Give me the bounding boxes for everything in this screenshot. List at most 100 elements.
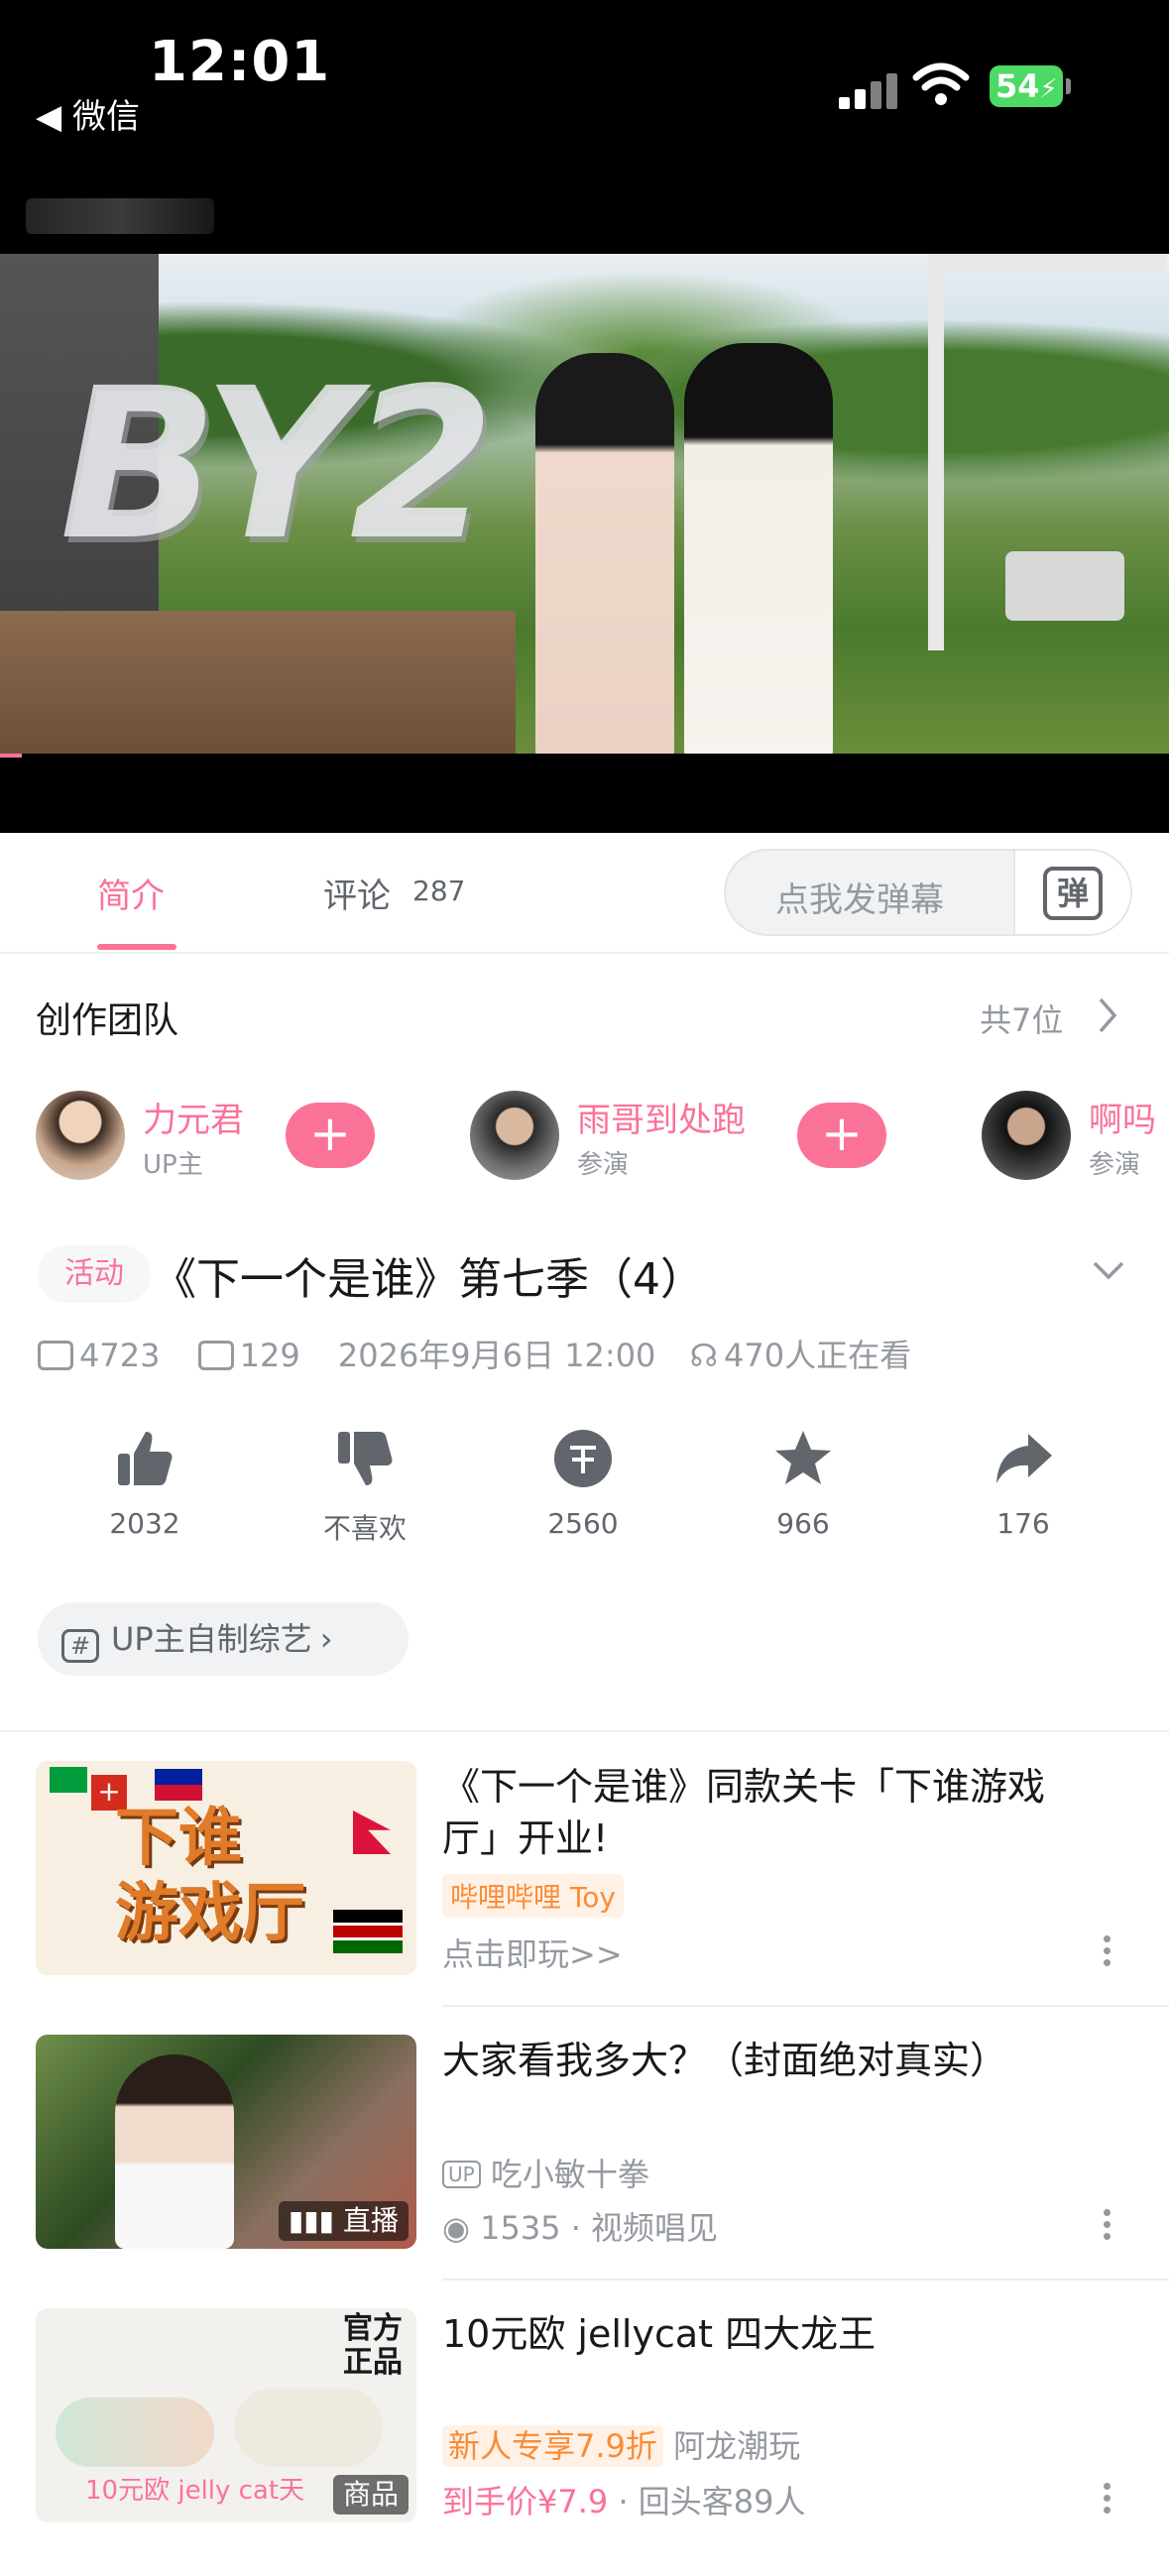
progress-played (0, 754, 22, 758)
chevron-right-icon[interactable] (1095, 995, 1120, 1035)
more-options-icon[interactable] (1101, 2209, 1112, 2249)
recommendation-item[interactable]: + 下谁 游戏厅 《下一个是谁》同款关卡「下谁游戏厅」开业! 哔哩哔哩 Toy … (0, 1761, 1169, 2029)
tab-comments[interactable]: 评论 (323, 869, 391, 917)
recommendation-title[interactable]: 10元欧 jellycat 四大龙王 (442, 2308, 1057, 2360)
price: 到手价¥7.9 (442, 2483, 609, 2520)
tag-label: UP主自制综艺 (111, 1620, 312, 1658)
creator-item[interactable]: 雨哥到处跑 参演 + (470, 1091, 886, 1182)
recommendation-item[interactable]: ▮▮▮ 直播 大家看我多大？（封面绝对真实） UP 吃小敏十拳 ◉ 1535 ·… (0, 2035, 1169, 2302)
plush-dragon-left (56, 2398, 214, 2467)
recommendation-title[interactable]: 《下一个是谁》同款关卡「下谁游戏厅」开业! (442, 1761, 1057, 1864)
live-thumbnail[interactable]: ▮▮▮ 直播 (36, 2035, 416, 2249)
coin-button[interactable]: 2560 (504, 1428, 662, 1540)
streamer-figure (115, 2054, 234, 2249)
category-tag-chip[interactable]: # UP主自制综艺 › (38, 1602, 409, 1676)
favorite-count: 966 (776, 1507, 830, 1540)
chevron-down-icon[interactable] (1091, 1253, 1126, 1289)
list-divider (442, 2279, 1169, 2281)
avatar[interactable] (470, 1091, 559, 1180)
tab-intro[interactable]: 简介 (97, 869, 165, 917)
share-arrow-icon (996, 1434, 1052, 1483)
coin-icon (554, 1430, 612, 1487)
follow-button[interactable]: + (797, 1103, 886, 1168)
play-count-icon (38, 1341, 73, 1370)
live-bars-icon: ▮▮▮ (288, 2204, 335, 2237)
more-options-icon[interactable] (1101, 2483, 1112, 2522)
danmaku-input[interactable]: 点我发弹幕 弹 (724, 849, 1132, 936)
publish-date: 2026年9月6日 12:00 (337, 1337, 656, 1374)
share-button[interactable]: 176 (944, 1428, 1103, 1540)
promo-badge: 新人专享7.9折 (442, 2425, 663, 2467)
status-bar: 12:01 ◀ 微信 54⚡ (0, 0, 1169, 254)
brand-badge: 哔哩哔哩 Toy (442, 1874, 624, 1918)
danmaku-count: 129 (239, 1337, 300, 1374)
like-button[interactable]: 2032 (65, 1428, 224, 1540)
dislike-button[interactable]: 不喜欢 (286, 1428, 444, 1547)
uploader-line[interactable]: UP 吃小敏十拳 (442, 2150, 649, 2195)
official-label: 官方 正品 (343, 2311, 403, 2380)
performer-left (535, 353, 674, 754)
video-progress-bar[interactable] (0, 754, 1169, 833)
product-thumbnail[interactable]: 官方 正品 10元欧 jelly cat天 商品 (36, 2308, 416, 2522)
creator-name[interactable]: 啊吗 (1089, 1093, 1156, 1141)
creator-name[interactable]: 雨哥到处跑 (577, 1093, 746, 1141)
creators-count[interactable]: 共7位 (980, 995, 1063, 1041)
recommendation-item[interactable]: 官方 正品 10元欧 jelly cat天 商品 10元欧 jellycat 四… (0, 2308, 1169, 2576)
more-options-icon[interactable] (1101, 1935, 1112, 1975)
active-tab-indicator (97, 944, 176, 950)
danmaku-icon: 弹 (1043, 867, 1103, 920)
view-line: ◉ 1535 · 视频唱见 (442, 2209, 719, 2247)
chevron-right-icon: › (319, 1620, 333, 1658)
thumb-caption: 10元欧 jelly cat天 (85, 2476, 305, 2506)
promo-line: 新人专享7.9折 阿龙潮玩 (442, 2421, 800, 2467)
thumbs-up-icon (118, 1432, 173, 1485)
back-to-wechat-link[interactable]: ◀ 微信 (36, 89, 140, 138)
live-badge: ▮▮▮ 直播 (278, 2201, 409, 2241)
share-count: 176 (996, 1507, 1050, 1540)
dislike-label: 不喜欢 (322, 1512, 407, 1545)
video-stats: 4723 129 2026年9月6日 12:00 ☊ 470人正在看 (38, 1331, 917, 1374)
video-player[interactable]: BY2 (0, 254, 1169, 754)
clock: 12:01 (149, 30, 331, 94)
eye-icon: ◉ (442, 2209, 470, 2247)
up-icon: UP (442, 2161, 481, 2188)
danmaku-toggle-button[interactable]: 弹 (1013, 851, 1130, 934)
background-deck (0, 611, 516, 754)
background-swing-seat (1005, 551, 1124, 621)
video-logo-text: BY2 (59, 343, 495, 586)
video-title: 《下一个是谁》第七季（4） (153, 1254, 704, 1305)
creator-role: UP主 (143, 1150, 203, 1180)
wifi-icon (912, 62, 970, 105)
creator-item[interactable]: 啊吗 参演 (982, 1091, 1169, 1182)
flag-icon (333, 1910, 403, 1953)
creator-item[interactable]: 力元君 UP主 + (36, 1091, 412, 1182)
comments-count: 287 (412, 875, 466, 907)
recommendation-title[interactable]: 大家看我多大？（封面绝对真实） (442, 2035, 1057, 2086)
activity-tag[interactable]: 活动 (38, 1245, 151, 1303)
avatar[interactable] (36, 1091, 125, 1180)
repeat-customers: · 回头客89人 (618, 2483, 806, 2520)
favorite-button[interactable]: 966 (724, 1428, 882, 1540)
game-thumbnail[interactable]: + 下谁 游戏厅 (36, 1761, 416, 1975)
cellular-signal-icon (839, 69, 900, 109)
follow-button[interactable]: + (286, 1103, 375, 1168)
avatar[interactable] (982, 1091, 1071, 1180)
coin-count: 2560 (547, 1507, 619, 1540)
play-link[interactable]: 点击即玩>> (442, 1930, 623, 1975)
creator-name[interactable]: 力元君 (143, 1093, 244, 1141)
creator-role: 参演 (577, 1150, 630, 1180)
thumbs-down-icon (338, 1432, 393, 1485)
flag-icon (50, 1767, 87, 1793)
danmaku-count-icon (197, 1341, 234, 1370)
blurred-title (26, 198, 214, 234)
list-divider (442, 2005, 1169, 2007)
star-icon (775, 1431, 831, 1484)
plush-dragon-right (234, 2388, 383, 2467)
play-count: 4723 (79, 1337, 161, 1374)
hashtag-icon: # (61, 1629, 99, 1663)
charging-bolt-icon: ⚡ (1039, 74, 1058, 104)
like-count: 2032 (109, 1507, 180, 1540)
price-line: 到手价¥7.9 · 回头客89人 (442, 2477, 806, 2522)
shop-name[interactable]: 阿龙潮玩 (673, 2427, 800, 2465)
product-badge: 商品 (332, 2475, 409, 2515)
